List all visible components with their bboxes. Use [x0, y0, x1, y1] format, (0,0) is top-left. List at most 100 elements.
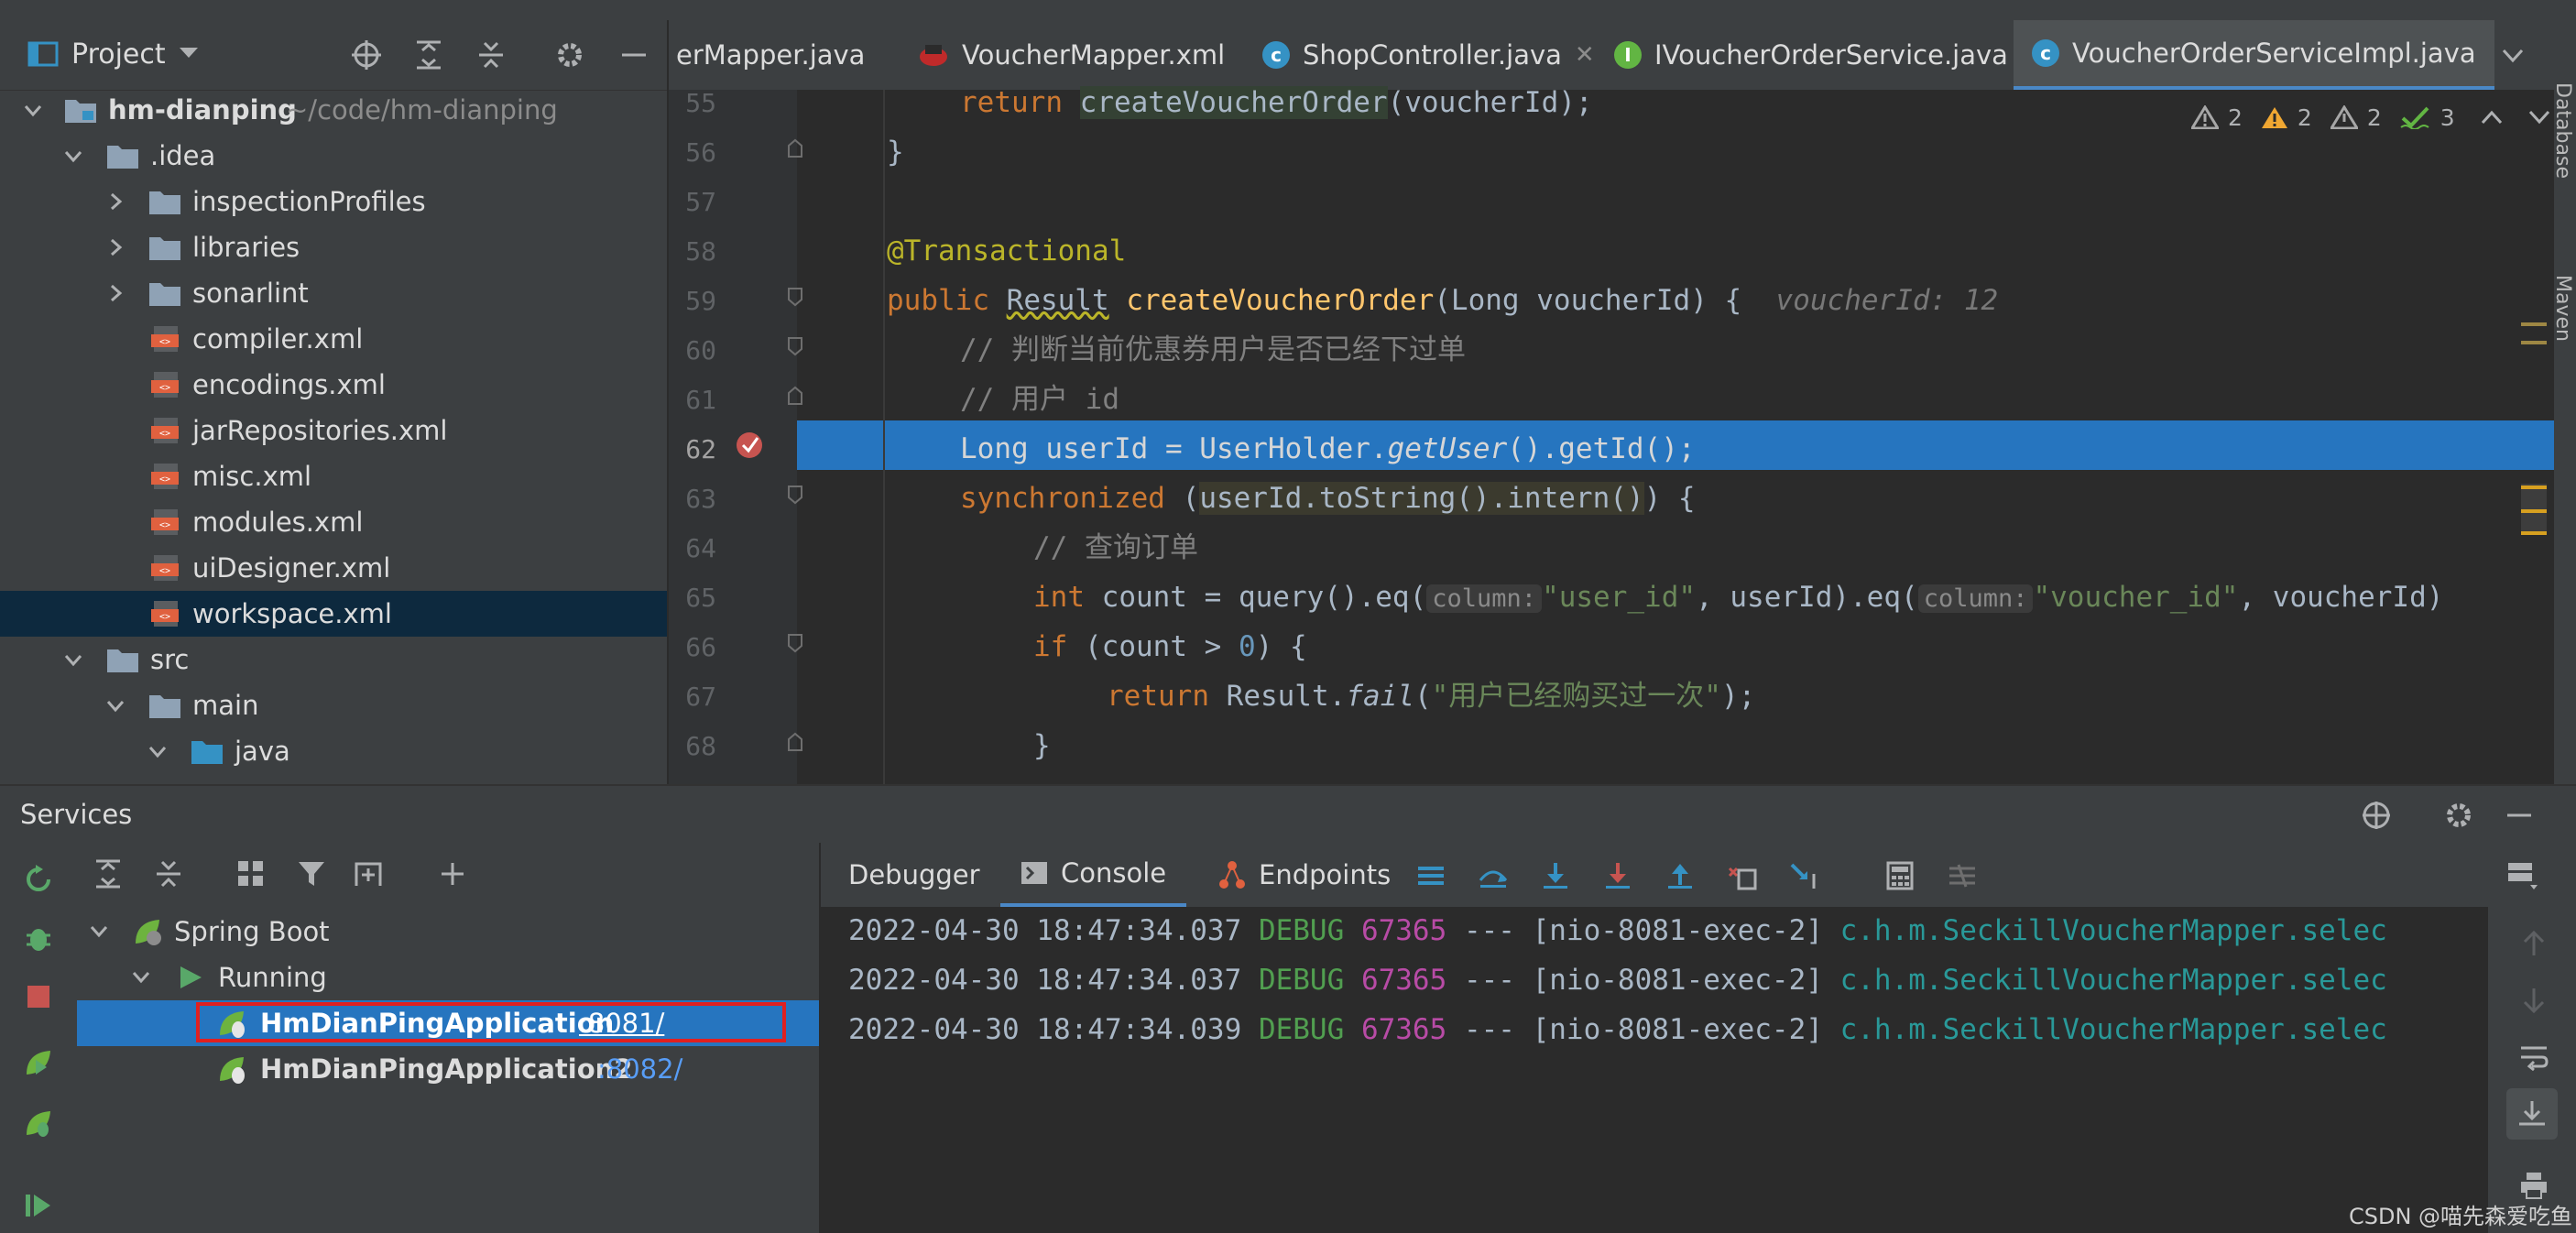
chevron-down-icon[interactable]	[132, 968, 150, 987]
tab-voucher-order-service-impl-java[interactable]: c VoucherOrderServiceImpl.java	[2014, 20, 2494, 90]
tree-item-modules-xml[interactable]: <> modules.xml	[0, 499, 667, 545]
console-output[interactable]	[821, 907, 2488, 1233]
service-app-hmdianping[interactable]: HmDianPingApplication :8081/	[77, 1000, 819, 1046]
tree-item-jarrepositories-xml[interactable]: <> jarRepositories.xml	[0, 408, 667, 453]
collapse-all-icon[interactable]	[475, 38, 508, 71]
minimize-icon[interactable]	[2503, 799, 2536, 832]
maven-tool-label: Maven	[2551, 275, 2574, 342]
error-stripe-mark[interactable]	[2521, 322, 2547, 326]
tree-item-encodings-xml[interactable]: <> encodings.xml	[0, 362, 667, 408]
chevron-up-icon[interactable]	[2481, 108, 2503, 126]
chevron-right-icon[interactable]	[106, 238, 125, 256]
scroll-to-end-toggle[interactable]	[2506, 1088, 2558, 1140]
evaluate-expression-icon[interactable]	[1883, 859, 1916, 892]
tree-item-inspectionprofiles[interactable]: inspectionProfiles	[0, 179, 667, 224]
parameter-hint: column:	[1426, 584, 1543, 613]
gear-icon[interactable]	[2442, 799, 2475, 832]
tree-item-libraries[interactable]: libraries	[0, 224, 667, 270]
project-panel-title[interactable]: Project	[71, 38, 166, 71]
minimize-icon[interactable]	[617, 38, 650, 71]
inspection-widget[interactable]: 2 2 2 3	[2191, 99, 2550, 136]
locate-icon[interactable]	[350, 38, 383, 71]
tab-ivoucher-order-service-java[interactable]: I IVoucherOrderService.java ✕	[1596, 20, 2059, 90]
tab-console[interactable]: Console	[1000, 843, 1187, 907]
chevron-down-icon[interactable]	[90, 922, 108, 941]
tree-item-label: sonarlint	[192, 278, 309, 309]
arrow-up-icon[interactable]	[2517, 927, 2550, 960]
database-tool-button[interactable]: Database	[2551, 82, 2576, 202]
chevron-down-icon[interactable]	[2499, 42, 2527, 70]
step-over-icon[interactable]	[1477, 859, 1510, 892]
tree-item-misc-xml[interactable]: <> misc.xml	[0, 453, 667, 499]
run-to-cursor-icon[interactable]	[1788, 859, 1821, 892]
tab-debugger[interactable]: Debugger	[848, 843, 980, 907]
soft-wrap-icon[interactable]	[2517, 1041, 2550, 1074]
step-out-icon[interactable]	[1664, 859, 1697, 892]
chevron-right-icon[interactable]	[106, 284, 125, 302]
tree-item-main[interactable]: main	[0, 682, 667, 728]
step-into-icon[interactable]	[1539, 859, 1572, 892]
error-stripe-mark[interactable]	[2521, 486, 2547, 489]
line-number: 57	[685, 187, 716, 217]
tab-endpoints[interactable]: Endpoints	[1217, 843, 1391, 907]
service-status-running[interactable]: Running	[73, 955, 819, 1000]
tree-item-hm-dianping[interactable]: hm-dianping ~/code/hm-dianping	[0, 87, 667, 133]
folder-icon	[149, 237, 180, 260]
tab-label: Debugger	[848, 859, 980, 890]
chevron-down-icon[interactable]	[148, 743, 167, 761]
breakpoint-icon[interactable]	[733, 429, 766, 462]
tree-item-uidesigner-xml[interactable]: <> uiDesigner.xml	[0, 545, 667, 591]
add-icon[interactable]	[436, 857, 469, 890]
code-line: @Transactional	[887, 235, 1127, 267]
code-line: if (count > 0) {	[1033, 630, 1307, 663]
force-step-into-icon[interactable]	[1601, 859, 1634, 892]
print-icon[interactable]	[2517, 1169, 2550, 1202]
run-spring-icon[interactable]	[22, 1046, 55, 1079]
tree-item-label: compiler.xml	[192, 323, 364, 355]
error-stripe-mark[interactable]	[2521, 509, 2547, 513]
error-stripe-mark[interactable]	[2521, 341, 2547, 344]
close-icon[interactable]: ✕	[1575, 41, 1595, 69]
drop-frame-icon[interactable]	[1726, 859, 1759, 892]
chevron-right-icon[interactable]	[106, 192, 125, 211]
tree-item-idea[interactable]: .idea	[0, 133, 667, 179]
resume-icon[interactable]	[22, 1189, 55, 1222]
chevron-down-icon[interactable]	[106, 697, 125, 715]
collapse-all-icon[interactable]	[152, 857, 185, 890]
arrow-down-icon[interactable]	[2517, 984, 2550, 1017]
chevron-down-icon[interactable]	[64, 147, 82, 166]
debug-spring-icon[interactable]	[22, 1107, 55, 1140]
chevron-down-icon[interactable]	[64, 651, 82, 670]
rerun-icon[interactable]	[22, 863, 55, 896]
tree-item-sonarlint[interactable]: sonarlint	[0, 270, 667, 316]
tree-item-workspace-xml[interactable]: <> workspace.xml	[0, 591, 667, 637]
maven-tool-button[interactable]: Maven	[2551, 275, 2576, 376]
service-group-spring-boot[interactable]: Spring Boot	[73, 909, 819, 955]
chevron-down-icon[interactable]	[2528, 108, 2550, 126]
interface-icon: I	[1614, 41, 1642, 69]
folder-icon	[149, 191, 180, 214]
stop-icon[interactable]	[22, 980, 55, 1013]
chevron-down-icon[interactable]	[178, 42, 200, 64]
service-app-port-link[interactable]: :8082/	[597, 1053, 682, 1085]
expand-all-icon[interactable]	[92, 857, 125, 890]
svg-text:<>: <>	[159, 383, 170, 393]
filter-icon[interactable]	[295, 857, 328, 890]
scrollbar-thumb[interactable]	[2521, 484, 2547, 533]
tree-item-compiler-xml[interactable]: <> compiler.xml	[0, 316, 667, 362]
tree-item-src[interactable]: src	[0, 637, 667, 682]
debug-icon[interactable]	[22, 922, 55, 955]
expand-all-icon[interactable]	[412, 38, 445, 71]
tree-item-java[interactable]: java	[0, 728, 667, 774]
layout-settings-icon[interactable]	[2505, 859, 2541, 892]
add-service-icon[interactable]	[2360, 799, 2393, 832]
new-tab-icon[interactable]	[352, 857, 385, 890]
group-by-icon[interactable]	[235, 857, 267, 890]
service-app-port-link[interactable]: :8081/	[579, 1008, 664, 1039]
chevron-down-icon[interactable]	[24, 102, 42, 120]
tree-item-label: java	[235, 736, 290, 767]
error-stripe-mark[interactable]	[2521, 531, 2547, 535]
gear-icon[interactable]	[553, 38, 586, 71]
menu-icon[interactable]	[1414, 859, 1447, 892]
service-app-hmdianping2[interactable]: HmDianPingApplication2 :8082/	[73, 1046, 819, 1092]
